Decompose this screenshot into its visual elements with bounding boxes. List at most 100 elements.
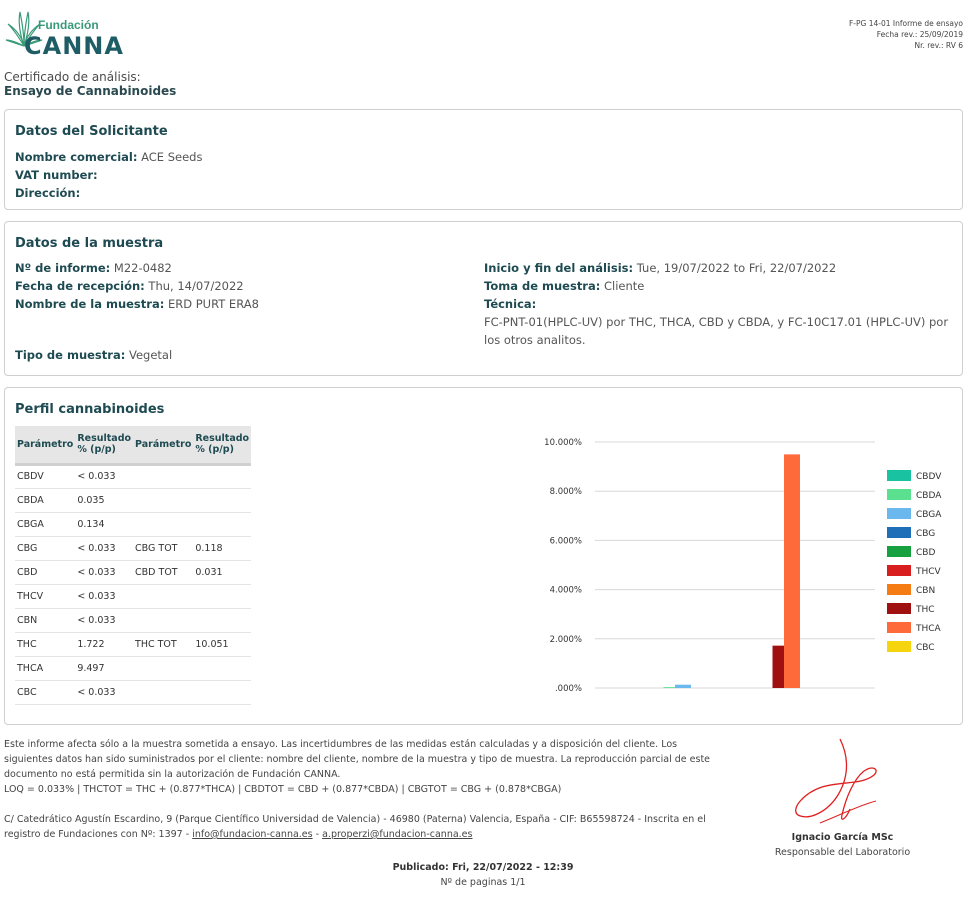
cell-parameter: CBN	[15, 608, 76, 633]
cell-result-total	[193, 512, 252, 537]
report-number-row: Nº de informe: M22-0482	[15, 259, 259, 277]
sample-name-row: Nombre de la muestra: ERD PURT ERA8	[15, 295, 259, 313]
legend-label: THC	[915, 605, 935, 615]
cell-parameter-total	[133, 464, 194, 489]
commercial-name-label: Nombre comercial:	[15, 150, 138, 164]
col-header-parameter: Parámetro	[15, 426, 76, 466]
sampling-value: Cliente	[604, 279, 645, 293]
table-row: CBDV < 0.033	[15, 464, 252, 489]
analysis-dates-label: Inicio y fin del análisis:	[484, 261, 634, 275]
cell-parameter-total	[133, 608, 194, 633]
registry-text: registro de Fundaciones con Nº: 1397 -	[4, 829, 190, 840]
technique-value: FC-PNT-01(HPLC-UV) por THC, THCA, CBD y …	[484, 315, 949, 347]
table-row: THCA 9.497	[15, 656, 252, 681]
cell-result: < 0.033	[75, 680, 134, 705]
legend-swatch	[887, 565, 911, 576]
foundation-address: C/ Catedrático Agustín Escardino, 9 (Par…	[4, 812, 734, 842]
doc-code: F-PG 14-01 Informe de ensayo	[848, 19, 963, 28]
legend-swatch	[887, 508, 911, 519]
y-tick-label: 10.000%	[544, 438, 582, 448]
col-header-result: Resultado % (p/p)	[75, 426, 134, 466]
address-label: Dirección:	[15, 186, 81, 200]
sampling-label: Toma de muestra:	[484, 279, 601, 293]
revision-date: Fecha rev.: 25/09/2019	[876, 30, 963, 39]
table-row: CBGA 0.134	[15, 512, 252, 537]
contact-email-link[interactable]: a.properzi@fundacion-canna.es	[322, 829, 472, 840]
technique-row: Técnica: FC-PNT-01(HPLC-UV) por THC, THC…	[484, 295, 954, 349]
cell-result: 0.134	[75, 512, 134, 537]
cannabinoid-bar-chart: .000% 2.000% 4.000% 6.000% 8.000% 10.000% CBDV…	[544, 438, 942, 694]
cell-parameter: CBC	[15, 680, 76, 705]
document-meta: F-PG 14-01 Informe de ensayo Fecha rev.:…	[849, 18, 963, 51]
cell-parameter: THC	[15, 632, 76, 657]
cell-result-total	[193, 680, 252, 705]
cell-parameter: THCV	[15, 584, 76, 609]
notes-line: Este informe afecta sólo a la muestra so…	[4, 739, 678, 750]
cell-result: < 0.033	[75, 584, 134, 609]
certificate-label: Certificado de análisis:	[4, 70, 141, 84]
table-row: CBC < 0.033	[15, 680, 252, 705]
legend-label: CBG	[916, 529, 935, 539]
cell-parameter-total	[133, 488, 194, 513]
sample-type-row: Tipo de muestra: Vegetal	[15, 348, 172, 362]
cell-result-total: 0.031	[193, 560, 252, 585]
separator: -	[315, 829, 320, 840]
legend-label: CBGA	[916, 510, 942, 520]
certificate-heading: Certificado de análisis: Ensayo de Canna…	[4, 70, 176, 98]
table-header-row: Parámetro Resultado % (p/p) Parámetro Re…	[15, 426, 252, 466]
table-row: CBG < 0.033 CBG TOT 0.118	[15, 536, 252, 561]
cell-result-total	[193, 584, 252, 609]
table-row: CBDA 0.035	[15, 488, 252, 513]
legend-swatch	[887, 489, 911, 500]
technique-label: Técnica:	[484, 297, 537, 311]
loq-formulas: LOQ = 0.033% | THCTOT = THC + (0.877*THC…	[4, 784, 562, 795]
cell-parameter-total	[133, 512, 194, 537]
legend-swatch	[887, 546, 911, 557]
cell-result: 0.035	[75, 488, 134, 513]
cell-result: < 0.033	[75, 536, 134, 561]
cell-parameter-total	[133, 680, 194, 705]
fundacion-canna-logo: Fundación CANNA	[4, 6, 134, 62]
legend-label: CBDV	[916, 472, 942, 482]
sample-name-value: ERD PURT ERA8	[167, 297, 259, 311]
signatory-name: Ignacio García MSc	[791, 832, 894, 843]
cell-parameter: THCA	[15, 656, 76, 681]
y-tick-label: 4.000%	[550, 586, 582, 596]
analysis-dates-row: Inicio y fin del análisis: Tue, 19/07/20…	[484, 259, 954, 277]
cell-parameter-total: CBG TOT	[133, 536, 194, 561]
info-email-link[interactable]: info@fundacion-canna.es	[192, 829, 312, 840]
profile-title: Perfil cannabinoides	[15, 402, 165, 417]
commercial-name-value: ACE Seeds	[141, 150, 203, 164]
y-tick-label: .000%	[555, 684, 582, 694]
report-number-value: M22-0482	[113, 261, 172, 275]
cell-parameter: CBGA	[15, 512, 76, 537]
y-tick-label: 6.000%	[550, 536, 582, 546]
bar-thca	[784, 454, 800, 688]
vat-row: VAT number:	[15, 166, 202, 184]
applicant-title: Datos del Solicitante	[15, 124, 168, 139]
cell-result: 9.497	[75, 656, 134, 681]
commercial-name-row: Nombre comercial: ACE Seeds	[15, 148, 202, 166]
sample-title: Datos de la muestra	[15, 236, 164, 251]
sample-type-label: Tipo de muestra:	[15, 348, 126, 362]
cell-parameter: CBG	[15, 536, 76, 561]
address-row: Dirección:	[15, 184, 202, 202]
cell-parameter: CBDA	[15, 488, 76, 513]
cell-result-total: 0.118	[193, 536, 252, 561]
address-line-2: registro de Fundaciones con Nº: 1397 - i…	[4, 827, 734, 842]
y-tick-label: 8.000%	[550, 487, 582, 497]
reception-date-label: Fecha de recepción:	[15, 279, 145, 293]
cell-result-total	[193, 464, 252, 489]
notes-line: documento no está permitida sin la autor…	[4, 769, 341, 780]
cell-result: < 0.033	[75, 464, 134, 489]
legend-swatch	[887, 584, 911, 595]
legend-swatch	[887, 470, 911, 481]
cannabinoid-table: Parámetro Resultado % (p/p) Parámetro Re…	[15, 426, 252, 705]
table-row: CBN < 0.033	[15, 608, 252, 633]
certificate-type: Ensayo de Cannabinoides	[4, 84, 177, 98]
legend-label: CBN	[916, 586, 935, 596]
legend-label: CBD	[916, 548, 935, 558]
legend-label: THCA	[915, 624, 942, 634]
cell-parameter-total	[133, 584, 194, 609]
notes-line: siguientes datos han sido suministrados …	[4, 754, 711, 765]
